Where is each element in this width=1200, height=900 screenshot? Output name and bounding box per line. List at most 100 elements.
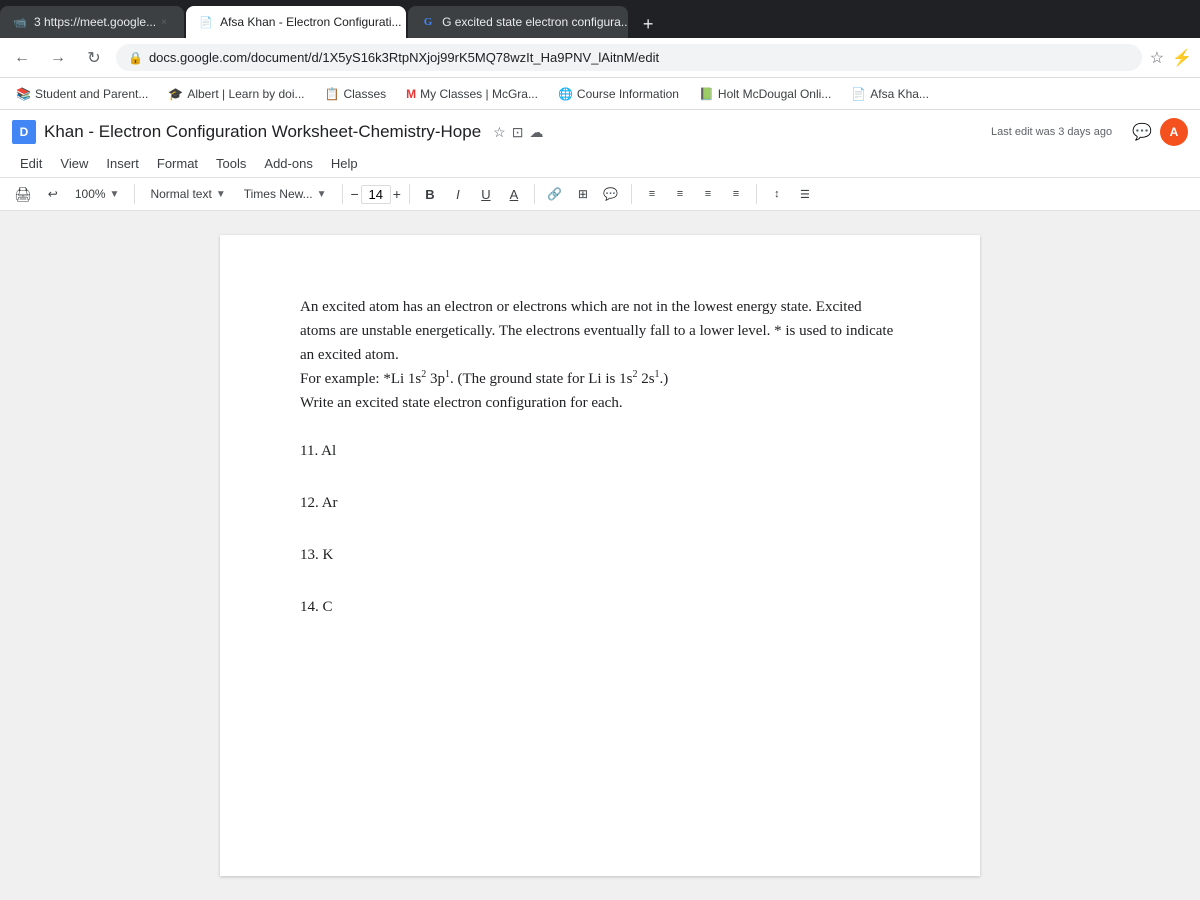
move-to-folder-button[interactable]: ⊡	[512, 124, 524, 141]
tab-docs[interactable]: 📄 Afsa Khan - Electron Configurati... ×	[186, 6, 406, 38]
bookmark-holt[interactable]: 📗 Holt McDougal Onli...	[691, 85, 839, 103]
tab-docs-label: Afsa Khan - Electron Configurati...	[220, 15, 401, 29]
image-button[interactable]: ⊞	[571, 182, 595, 206]
question-14: 14. C	[300, 595, 900, 619]
bookmark-course-label: Course Information	[577, 87, 679, 101]
intro-paragraph: An excited atom has an electron or elect…	[300, 295, 900, 367]
google-tab-icon: G	[420, 14, 436, 30]
bookmark-holt-label: Holt McDougal Onli...	[718, 87, 831, 101]
docs-toolbar: 🖨 ↩ 100% ▼ Normal text ▼ Times New... ▼ …	[0, 178, 1200, 211]
question-11-element: Al	[321, 443, 336, 459]
question-14-number: 14.	[300, 599, 319, 615]
line-spacing-button[interactable]: ↕	[765, 182, 789, 206]
menu-edit[interactable]: Edit	[12, 152, 50, 175]
undo-button[interactable]: ↩	[42, 184, 64, 204]
italic-button[interactable]: I	[446, 182, 470, 206]
comment-button[interactable]: 💬	[599, 182, 623, 206]
forward-button[interactable]: →	[44, 44, 72, 72]
toolbar-divider-4	[534, 184, 535, 204]
bold-button[interactable]: B	[418, 182, 442, 206]
menu-addons[interactable]: Add-ons	[256, 152, 320, 175]
question-12-element: Ar	[322, 495, 338, 511]
align-left-button[interactable]: ≡	[640, 182, 664, 206]
strikethrough-button[interactable]: A	[502, 182, 526, 206]
bookmark-myclasses-label: My Classes | McGra...	[420, 87, 538, 101]
bookmark-classes-label: Classes	[343, 87, 386, 101]
list-button[interactable]: ☰	[793, 182, 817, 206]
docs-header: D Khan - Electron Configuration Workshee…	[0, 110, 1200, 178]
star-button[interactable]: ☆	[493, 124, 506, 141]
bookmark-student[interactable]: 📚 Student and Parent...	[8, 85, 156, 103]
font-select[interactable]: Times New... ▼	[237, 183, 334, 205]
tab-meet[interactable]: 📹 3 https://meet.google... ×	[0, 6, 184, 38]
style-select[interactable]: Normal text ▼	[143, 183, 232, 205]
toolbar-divider-5	[631, 184, 632, 204]
menu-insert[interactable]: Insert	[98, 152, 147, 175]
bookmark-albert[interactable]: 🎓 Albert | Learn by doi...	[160, 85, 312, 103]
align-justify-button[interactable]: ≡	[724, 182, 748, 206]
font-chevron-icon: ▼	[317, 189, 327, 200]
menu-help[interactable]: Help	[323, 152, 366, 175]
new-tab-button[interactable]: +	[634, 10, 662, 38]
toolbar-divider-3	[409, 184, 410, 204]
question-13: 13. K	[300, 543, 900, 567]
link-button[interactable]: 🔗	[543, 182, 567, 206]
bookmark-student-label: Student and Parent...	[35, 87, 148, 101]
bookmark-classes[interactable]: 📋 Classes	[317, 85, 395, 103]
font-size-decrease[interactable]: −	[351, 186, 359, 202]
docs-title-row: D Khan - Electron Configuration Workshee…	[12, 118, 1188, 146]
tab-meet-close[interactable]: ×	[156, 14, 172, 30]
extension-button[interactable]: ⚡	[1172, 48, 1192, 68]
cloud-status-icon: ☁	[529, 124, 543, 141]
bookmark-afsa[interactable]: 📄 Afsa Kha...	[843, 85, 937, 103]
toolbar-divider-2	[342, 184, 343, 204]
url-bar[interactable]: 🔒 docs.google.com/document/d/1X5yS16k3Rt…	[116, 44, 1142, 71]
menu-view[interactable]: View	[52, 152, 96, 175]
course-icon: 🌐	[558, 87, 573, 101]
browser-chrome: 📹 3 https://meet.google... × 📄 Afsa Khan…	[0, 0, 1200, 110]
toolbar-divider-6	[756, 184, 757, 204]
underline-button[interactable]: U	[474, 182, 498, 206]
tab-google-label: G excited state electron configura...	[442, 15, 628, 29]
bookmark-albert-label: Albert | Learn by doi...	[187, 87, 304, 101]
font-value: Times New...	[244, 187, 313, 201]
comments-icon[interactable]: 💬	[1132, 122, 1152, 142]
bookmark-myclasses[interactable]: M My Classes | McGra...	[398, 85, 546, 103]
address-bar: ← → ↻ 🔒 docs.google.com/document/d/1X5yS…	[0, 38, 1200, 78]
print-button[interactable]: 🖨	[8, 183, 38, 206]
student-icon: 📚	[16, 87, 31, 101]
question-13-element: K	[323, 547, 334, 563]
docs-title-actions: ☆ ⊡ ☁	[493, 124, 543, 141]
question-13-number: 13.	[300, 547, 319, 563]
holt-icon: 📗	[699, 87, 714, 101]
menu-tools[interactable]: Tools	[208, 152, 254, 175]
docs-menu-bar: Edit View Insert Format Tools Add-ons He…	[12, 150, 1188, 177]
zoom-select[interactable]: 100% ▼	[68, 183, 127, 205]
bookmark-afsa-label: Afsa Kha...	[870, 87, 929, 101]
reload-button[interactable]: ↻	[80, 44, 108, 72]
font-size-increase[interactable]: +	[393, 186, 401, 202]
instruction-paragraph: Write an excited state electron configur…	[300, 391, 900, 415]
afsa-icon: 📄	[851, 87, 866, 101]
zoom-value: 100%	[75, 187, 106, 201]
user-avatar[interactable]: A	[1160, 118, 1188, 146]
bookmark-star-button[interactable]: ☆	[1150, 48, 1164, 68]
tab-google[interactable]: G G excited state electron configura... …	[408, 6, 628, 38]
font-size-value[interactable]: 14	[361, 185, 391, 204]
back-button[interactable]: ←	[8, 44, 36, 72]
albert-icon: 🎓	[168, 87, 183, 101]
menu-format[interactable]: Format	[149, 152, 206, 175]
tab-meet-label: 3 https://meet.google...	[34, 15, 156, 29]
question-12-number: 12.	[300, 495, 319, 511]
question-14-element: C	[323, 599, 333, 615]
bookmark-course[interactable]: 🌐 Course Information	[550, 85, 687, 103]
docs-tab-icon: 📄	[198, 14, 214, 30]
lock-icon: 🔒	[128, 51, 143, 65]
font-size-control: − 14 +	[351, 185, 401, 204]
align-center-button[interactable]: ≡	[668, 182, 692, 206]
align-right-button[interactable]: ≡	[696, 182, 720, 206]
myclasses-icon: M	[406, 87, 416, 101]
tab-docs-close[interactable]: ×	[402, 14, 407, 30]
toolbar-divider-1	[134, 184, 135, 204]
docs-app-icon: D	[12, 120, 36, 144]
